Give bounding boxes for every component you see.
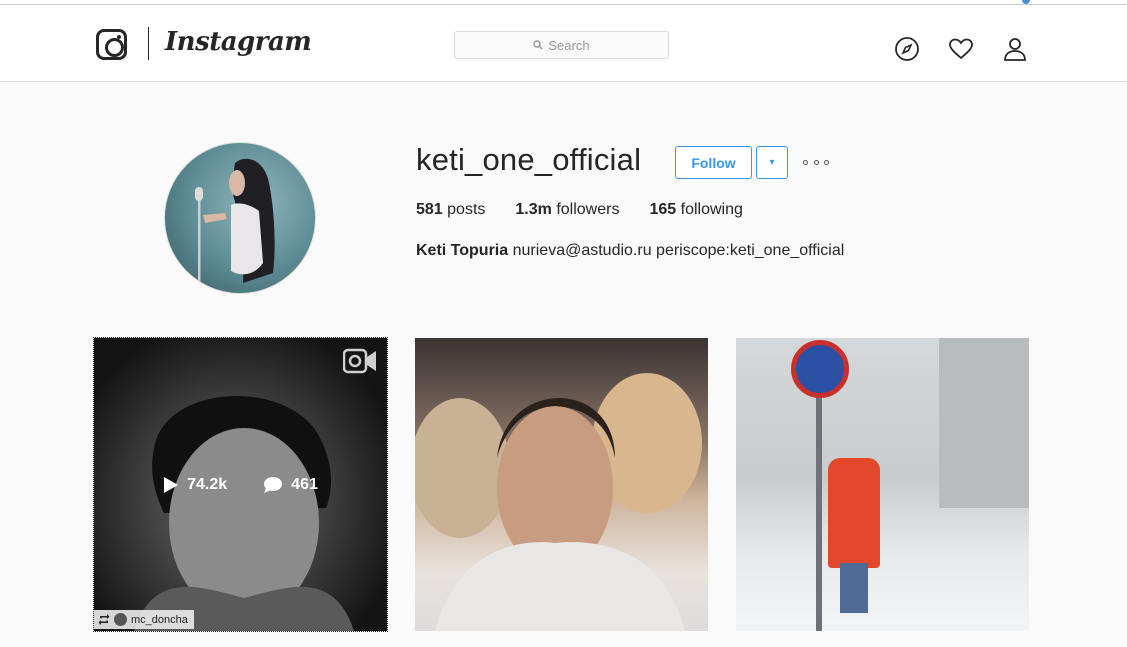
- browser-indicator-icon: [1022, 0, 1030, 4]
- following-count: 165: [649, 201, 677, 218]
- repost-tag[interactable]: mc_doncha: [94, 610, 194, 629]
- posts-label: posts: [447, 201, 486, 218]
- follow-button[interactable]: Follow: [675, 146, 752, 179]
- instagram-logo-icon[interactable]: [96, 29, 127, 60]
- bio-full-name: Keti Topuria: [416, 242, 509, 259]
- compass-icon[interactable]: [894, 36, 920, 62]
- followers-stat[interactable]: 1.3m followers: [515, 201, 619, 219]
- play-icon: [164, 476, 179, 493]
- follow-dropdown-button[interactable]: ▾: [756, 146, 788, 179]
- post-image: [791, 340, 849, 398]
- post-image: [816, 368, 822, 631]
- more-options-button[interactable]: [803, 153, 829, 171]
- more-dot-icon: [803, 159, 808, 165]
- comments-count: 461: [291, 475, 318, 493]
- bio-text: nurieva@astudio.ru periscope:keti_one_of…: [512, 242, 845, 259]
- post-image: [415, 373, 702, 631]
- posts-count: 581: [416, 201, 443, 218]
- more-dot-icon: [813, 159, 819, 165]
- top-nav-bar: Instagram Search: [0, 5, 1127, 82]
- heart-icon[interactable]: [948, 36, 974, 62]
- more-dot-icon: [824, 159, 829, 165]
- post-image: [840, 563, 868, 613]
- followers-label: followers: [556, 201, 620, 218]
- post-thumbnail[interactable]: [415, 338, 708, 631]
- instagram-wordmark[interactable]: Instagram: [165, 27, 312, 57]
- repost-icon: [98, 614, 110, 625]
- post-thumbnail[interactable]: 74.2k 461 mc_doncha: [93, 337, 388, 632]
- avatar-portrait-image: [195, 158, 275, 283]
- search-placeholder: Search: [548, 37, 590, 53]
- comments-metric: 461: [263, 476, 318, 494]
- repost-user-avatar: [114, 613, 127, 626]
- views-count: 74.2k: [187, 475, 228, 493]
- search-input[interactable]: Search: [454, 31, 669, 59]
- post-thumbnail[interactable]: [736, 338, 1029, 631]
- post-image: [939, 338, 1029, 508]
- person-icon[interactable]: [1002, 36, 1028, 62]
- search-icon: [533, 40, 543, 50]
- followers-count: 1.3m: [515, 201, 552, 218]
- profile-username: keti_one_official: [416, 142, 642, 177]
- post-hover-overlay: 74.2k 461: [94, 338, 387, 631]
- views-metric: 74.2k: [163, 476, 227, 494]
- comment-bubble-icon: [264, 476, 283, 493]
- following-stat[interactable]: 165 following: [649, 201, 742, 219]
- logo-divider: [148, 27, 149, 60]
- profile-avatar: [164, 142, 316, 294]
- post-image: [828, 458, 880, 568]
- repost-username: mc_doncha: [131, 613, 188, 626]
- profile-bio: Keti Topuria nurieva@astudio.ru periscop…: [416, 242, 844, 260]
- posts-stat: 581 posts: [416, 201, 485, 219]
- profile-stats: 581 posts 1.3m followers 165 following: [416, 201, 773, 219]
- following-label: following: [680, 201, 743, 218]
